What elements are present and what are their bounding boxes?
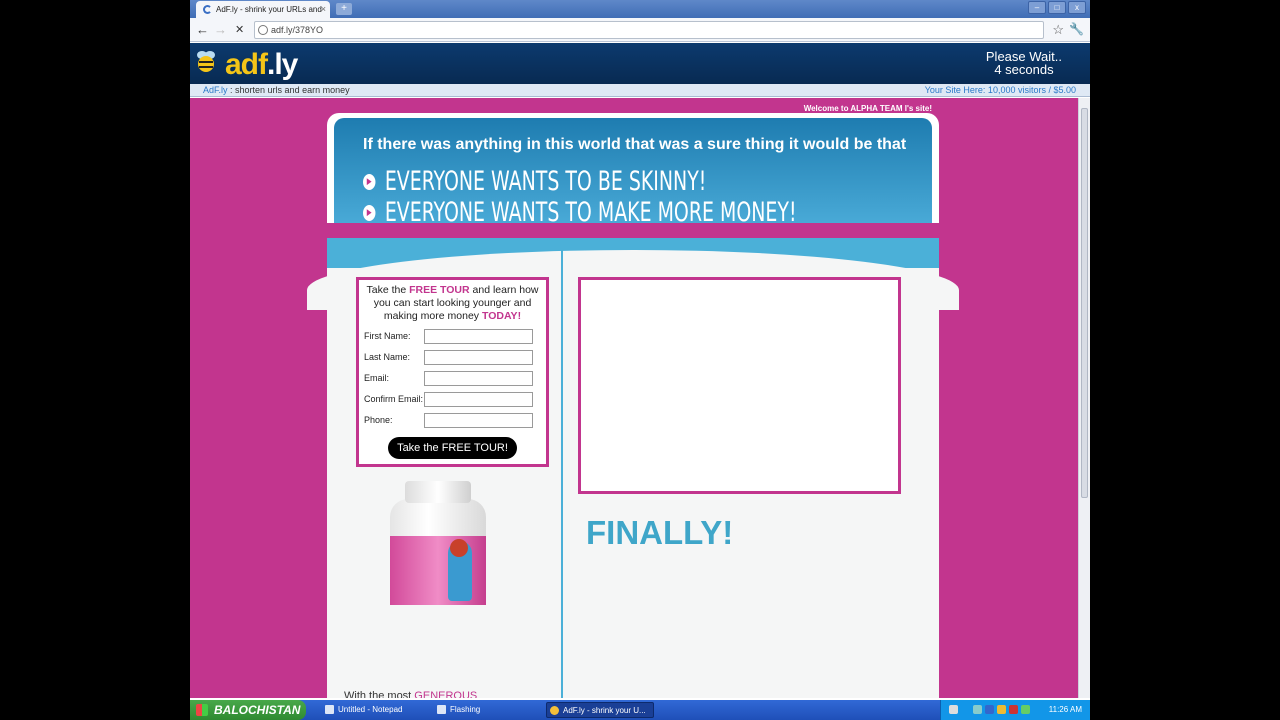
last-name-field[interactable]	[424, 349, 533, 365]
bookmark-star-icon[interactable]: ☆	[1052, 22, 1064, 38]
last-name-label: Last Name:	[364, 352, 411, 362]
tray-app-icon[interactable]	[985, 705, 994, 714]
shield-icon[interactable]	[997, 705, 1006, 714]
form-row: Last Name:	[364, 349, 541, 365]
embedded-page: Welcome to ALPHA TEAM I's site! If there…	[190, 98, 1078, 698]
adfly-link[interactable]: AdF.ly	[203, 85, 228, 95]
wait-seconds: 4 seconds	[994, 62, 1054, 77]
form-row: Confirm Email:	[364, 391, 541, 407]
wrench-menu-icon[interactable]: 🔧	[1069, 22, 1084, 36]
adfly-tagline: : shorten urls and earn money	[230, 85, 350, 95]
bee-icon	[197, 51, 215, 72]
system-tray: 11:26 AM	[940, 700, 1090, 720]
task-label: Flashing	[450, 705, 481, 714]
email-label: Email:	[364, 373, 390, 383]
scrollbar-thumb[interactable]	[1081, 108, 1088, 498]
product-bottle-image	[390, 481, 486, 606]
hero-line: ▶ EVERYONE WANTS TO MAKE MORE MONEY!	[363, 197, 807, 223]
browser-toolbar: ← → ✕ adf.ly/378YO ☆ 🔧	[190, 18, 1090, 42]
browser-tab[interactable]: AdF.ly - shrink your URLs and ×	[196, 1, 330, 18]
screen: AdF.ly - shrink your URLs and × + – □ x …	[190, 0, 1090, 720]
form-intro: Take the FREE TOUR and learn how you can…	[364, 284, 541, 323]
play-bullet-icon: ▶	[363, 204, 376, 221]
hero-line: ▶ EVERYONE WANTS TO BE SKINNY!	[363, 166, 807, 197]
new-tab-button[interactable]: +	[336, 3, 352, 15]
task-label: AdF.ly - shrink your U...	[563, 706, 646, 715]
stop-button[interactable]: ✕	[235, 23, 244, 36]
intro-text: Take the	[366, 284, 410, 296]
hero-title: If there was anything in this world that…	[363, 136, 907, 153]
form-row: First Name:	[364, 328, 541, 344]
address-bar[interactable]: adf.ly/378YO	[254, 21, 1044, 39]
bottom-text: With the most GENEROUS	[344, 690, 477, 698]
close-window-button[interactable]: x	[1068, 1, 1086, 14]
phone-field[interactable]	[424, 412, 533, 428]
signup-form: Take the FREE TOUR and learn how you can…	[356, 277, 549, 467]
play-bullet-icon: ▶	[363, 173, 376, 190]
form-row: Phone:	[364, 412, 541, 428]
chrome-icon	[550, 706, 559, 715]
help-icon[interactable]	[949, 705, 958, 714]
column-divider	[561, 238, 563, 698]
loading-spinner-icon	[203, 5, 212, 14]
hero-line-text: EVERYONE WANTS TO BE SKINNY!	[384, 166, 707, 197]
video-frame[interactable]	[578, 277, 901, 494]
wait-countdown: Please Wait.. 4 seconds	[986, 50, 1062, 76]
window-controls: – □ x	[1028, 1, 1086, 14]
intro-highlight: TODAY!	[481, 310, 522, 322]
tab-title: AdF.ly - shrink your URLs and	[216, 5, 322, 14]
task-label: Untitled - Notepad	[338, 705, 403, 714]
forward-button[interactable]: →	[214, 22, 227, 37]
windows-flag-icon	[196, 704, 208, 716]
confirm-email-label: Confirm Email:	[364, 394, 424, 404]
address-text: adf.ly/378YO	[271, 25, 324, 35]
taskbar-item-chrome[interactable]: AdF.ly - shrink your U...	[546, 702, 654, 718]
adfly-infobar: AdF.ly : shorten urls and earn money You…	[190, 84, 1090, 97]
advertise-link[interactable]: Your Site Here: 10,000 visitors / $5.00	[925, 85, 1076, 95]
intro-highlight: FREE TOUR	[409, 284, 470, 296]
clock: 11:26 AM	[1048, 705, 1082, 714]
back-button[interactable]: ←	[196, 22, 209, 37]
browser-titlebar: AdF.ly - shrink your URLs and × + – □ x	[190, 0, 1090, 18]
hero-banner: If there was anything in this world that…	[327, 113, 939, 223]
taskbar-item-notepad[interactable]: Untitled - Notepad	[322, 702, 428, 718]
first-name-label: First Name:	[364, 331, 411, 341]
free-tour-button[interactable]: Take the FREE TOUR!	[388, 437, 517, 459]
content-panel: Take the FREE TOUR and learn how you can…	[307, 238, 959, 698]
logo-ly: .ly	[267, 48, 298, 81]
minimize-button[interactable]: –	[1028, 1, 1046, 14]
tab-close-icon[interactable]: ×	[321, 4, 326, 14]
hero-line-text: EVERYONE WANTS TO MAKE MORE MONEY!	[384, 197, 797, 223]
start-label: BALOCHISTAN	[214, 703, 301, 717]
welcome-text: Welcome to ALPHA TEAM I's site!	[803, 104, 932, 113]
vertical-scrollbar[interactable]	[1078, 98, 1090, 698]
adfly-logo[interactable]: adf.ly	[225, 48, 298, 82]
network-icon[interactable]	[973, 705, 982, 714]
maximize-button[interactable]: □	[1048, 1, 1066, 14]
form-row: Email:	[364, 370, 541, 386]
bottom-text-a: With the most	[344, 690, 415, 698]
logo-adf: adf	[225, 48, 268, 81]
volume-icon[interactable]	[1021, 705, 1030, 714]
confirm-email-field[interactable]	[424, 391, 533, 407]
adfly-header: adf.ly Please Wait.. 4 seconds	[190, 43, 1090, 84]
notepad-icon	[325, 705, 334, 714]
start-button[interactable]: BALOCHISTAN	[190, 700, 306, 720]
phone-label: Phone:	[364, 415, 393, 425]
antivirus-icon[interactable]	[1009, 705, 1018, 714]
bottom-text-b: GENEROUS	[414, 690, 478, 698]
taskbar-item-flashing[interactable]: Flashing	[434, 702, 540, 718]
email-field[interactable]	[424, 370, 533, 386]
app-icon	[437, 705, 446, 714]
os-taskbar: BALOCHISTAN Untitled - Notepad Flashing …	[190, 700, 1090, 720]
globe-icon	[258, 25, 268, 35]
finally-heading: FINALLY!	[586, 514, 734, 551]
first-name-field[interactable]	[424, 328, 533, 344]
